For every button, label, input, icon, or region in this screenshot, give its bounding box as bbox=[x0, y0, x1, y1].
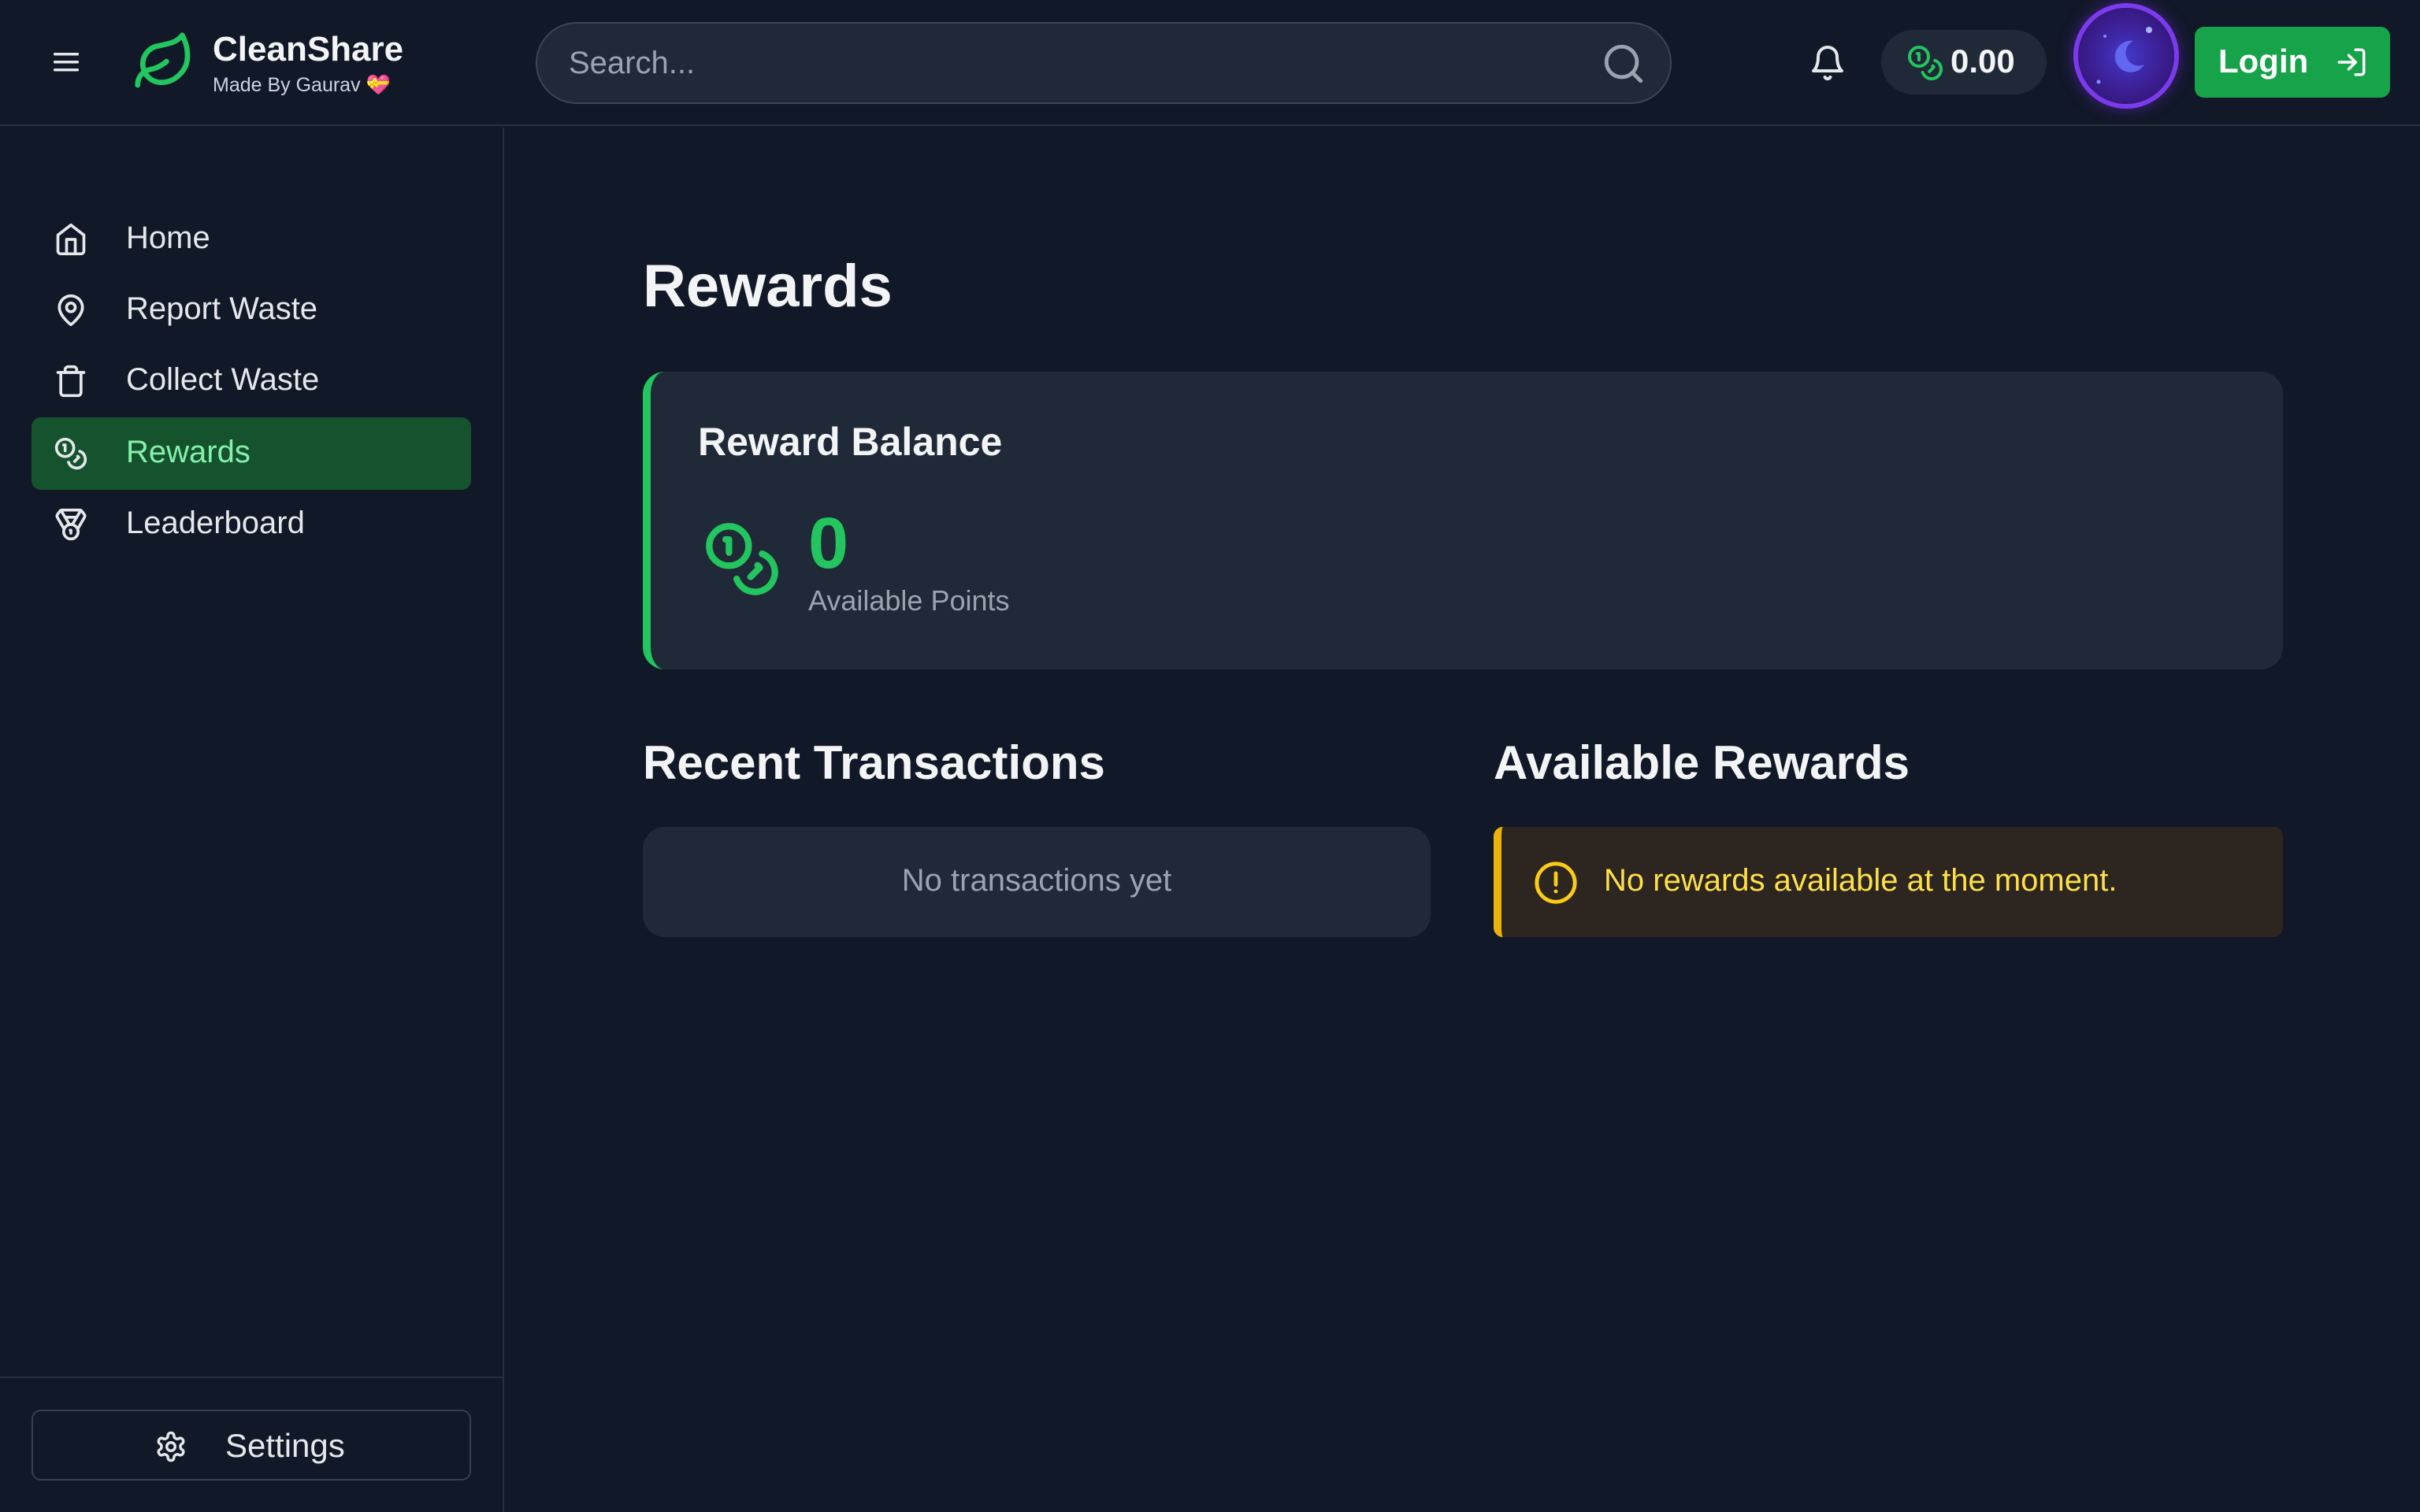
sidebar: Home Report Waste Collect Waste Rewards … bbox=[0, 128, 504, 1512]
top-bar: CleanShare Made By Gaurav 💝 0.00 Login bbox=[0, 0, 2420, 126]
sidebar-item-label: Report Waste bbox=[126, 291, 318, 326]
trash-icon bbox=[56, 365, 86, 398]
recent-transactions-title: Recent Transactions bbox=[643, 736, 1105, 789]
sidebar-item-label: Leaderboard bbox=[126, 506, 305, 540]
sidebar-item-leaderboard[interactable]: Leaderboard bbox=[32, 488, 471, 561]
brand-subtitle: Made By Gaurav 💝 bbox=[213, 74, 391, 97]
brand-name: CleanShare bbox=[213, 30, 404, 69]
sidebar-item-rewards[interactable]: Rewards bbox=[32, 417, 471, 490]
heart-emoji: 💝 bbox=[366, 74, 391, 96]
points-balance-value: 0.00 bbox=[1950, 43, 2015, 80]
home-icon bbox=[56, 223, 86, 256]
medal-icon bbox=[55, 508, 87, 541]
brand-subtitle-text: Made By Gaurav bbox=[213, 74, 361, 96]
transactions-empty-state: No transactions yet bbox=[643, 827, 1431, 937]
moon-icon bbox=[2096, 27, 2152, 84]
search-bar bbox=[536, 22, 1672, 104]
reward-balance-card: Reward Balance 0 Available Points bbox=[643, 372, 2283, 669]
coins-icon bbox=[54, 437, 87, 470]
reward-points-value: 0 bbox=[808, 503, 849, 584]
settings-button[interactable]: Settings bbox=[32, 1410, 471, 1480]
sidebar-item-report-waste[interactable]: Report Waste bbox=[32, 274, 471, 346]
login-icon bbox=[2337, 48, 2366, 76]
alert-circle-icon bbox=[1535, 862, 1577, 904]
map-pin-icon bbox=[58, 294, 84, 327]
menu-icon[interactable] bbox=[52, 50, 80, 74]
settings-label: Settings bbox=[225, 1427, 345, 1464]
theme-toggle-button[interactable] bbox=[2078, 8, 2174, 104]
login-button[interactable]: Login bbox=[2195, 27, 2390, 98]
sidebar-item-label: Collect Waste bbox=[126, 362, 320, 397]
sidebar-item-label: Rewards bbox=[126, 435, 251, 469]
leaf-logo-icon bbox=[135, 32, 191, 88]
reward-points-label: Available Points bbox=[808, 584, 1010, 617]
sidebar-item-home[interactable]: Home bbox=[32, 203, 471, 276]
coins-icon bbox=[706, 523, 778, 595]
reward-balance-title: Reward Balance bbox=[698, 420, 1003, 464]
search-input[interactable] bbox=[569, 24, 1561, 102]
sidebar-divider bbox=[0, 1377, 503, 1378]
transactions-empty-text: No transactions yet bbox=[901, 863, 1172, 898]
no-rewards-text: No rewards available at the moment. bbox=[1604, 863, 2118, 898]
points-balance-pill: 0.00 bbox=[1881, 30, 2047, 94]
gear-icon bbox=[157, 1431, 185, 1462]
bell-icon[interactable] bbox=[1809, 44, 1847, 82]
sidebar-item-collect-waste[interactable]: Collect Waste bbox=[32, 345, 471, 417]
login-label: Login bbox=[2218, 43, 2309, 80]
sidebar-item-label: Home bbox=[126, 220, 210, 255]
search-icon[interactable] bbox=[1601, 41, 1646, 87]
page-title: Rewards bbox=[643, 253, 893, 320]
coins-icon bbox=[1908, 46, 1943, 80]
no-rewards-alert: No rewards available at the moment. bbox=[1494, 827, 2283, 937]
available-rewards-title: Available Rewards bbox=[1494, 736, 1910, 789]
